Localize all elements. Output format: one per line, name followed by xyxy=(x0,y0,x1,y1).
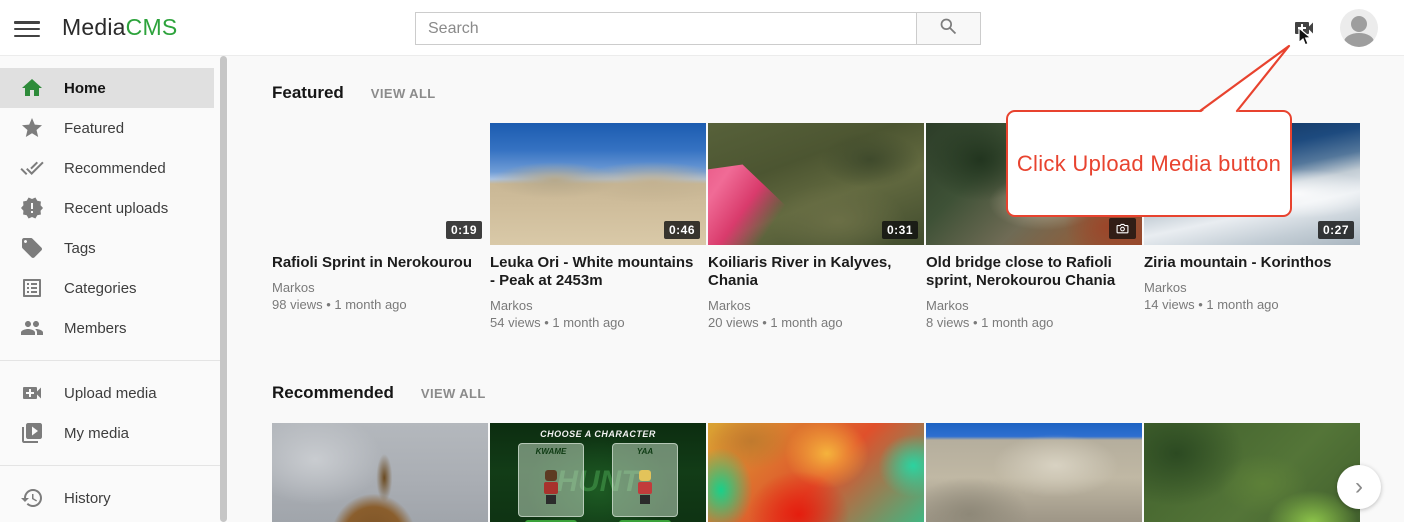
sidebar-item-label: Recent uploads xyxy=(64,200,168,217)
members-icon xyxy=(20,316,44,340)
callout-arrow xyxy=(1180,38,1310,123)
search-input[interactable] xyxy=(416,13,916,44)
sidebar-divider xyxy=(0,360,220,361)
video-thumbnail[interactable] xyxy=(926,423,1142,522)
avatar[interactable] xyxy=(1340,9,1378,47)
carousel-next-button[interactable]: › xyxy=(1337,465,1381,509)
section-title: Recommended xyxy=(272,383,394,403)
video-title[interactable]: Rafioli Sprint in Nerokourou xyxy=(272,254,488,272)
app-logo[interactable]: MediaCMS xyxy=(62,14,177,41)
game-character-figure xyxy=(636,470,654,504)
home-icon xyxy=(20,76,44,100)
video-card xyxy=(272,423,488,522)
game-character-figure xyxy=(542,470,560,504)
video-card: 0:46 Leuka Ori - White mountains - Peak … xyxy=(490,123,706,331)
video-title[interactable]: Ziria mountain - Korinthos xyxy=(1144,254,1360,272)
sidebar-item-featured[interactable]: Featured xyxy=(0,108,214,148)
sidebar-item-label: Upload media xyxy=(64,385,157,402)
video-card xyxy=(1144,423,1360,522)
video-thumbnail[interactable]: 0:19 xyxy=(272,123,488,245)
star-icon xyxy=(20,116,44,140)
search-icon xyxy=(938,16,959,42)
game-character-panel: YAA xyxy=(612,443,678,517)
video-thumbnail[interactable]: CHOOSE A CHARACTER HUNT KWAME YAA Select… xyxy=(490,423,706,522)
video-thumbnail[interactable] xyxy=(708,423,924,522)
video-author[interactable]: Markos xyxy=(1144,279,1360,296)
recommended-section-header: Recommended VIEW ALL xyxy=(272,383,486,403)
done-all-icon xyxy=(20,156,44,180)
sidebar-item-categories[interactable]: Categories xyxy=(0,268,214,308)
video-thumbnail[interactable]: 0:46 xyxy=(490,123,706,245)
sidebar-item-label: Featured xyxy=(64,120,124,137)
video-author[interactable]: Markos xyxy=(490,297,706,314)
categories-icon xyxy=(20,276,44,300)
sidebar-item-label: My media xyxy=(64,425,129,442)
tag-icon xyxy=(20,236,44,260)
callout-tooltip: Click Upload Media button xyxy=(1006,110,1292,217)
duration-badge: 0:46 xyxy=(664,221,700,239)
duration-badge: 0:31 xyxy=(882,221,918,239)
video-card xyxy=(708,423,924,522)
sidebar-item-tags[interactable]: Tags xyxy=(0,228,214,268)
upload-media-icon xyxy=(20,381,44,405)
video-author[interactable]: Markos xyxy=(926,297,1142,314)
sidebar-item-label: Tags xyxy=(64,240,96,257)
sidebar: Home Featured Recommended Recent uploads… xyxy=(0,56,228,522)
history-icon xyxy=(20,486,44,510)
sidebar-item-my-media[interactable]: My media xyxy=(0,413,214,453)
duration-badge: 0:27 xyxy=(1318,221,1354,239)
video-card: 0:31 Koiliaris River in Kalyves, Chania … xyxy=(708,123,924,331)
search-bar xyxy=(415,12,981,45)
recommended-view-all-link[interactable]: VIEW ALL xyxy=(421,386,486,401)
game-character-name: KWAME xyxy=(519,447,583,456)
sidebar-item-recommended[interactable]: Recommended xyxy=(0,148,214,188)
chevron-right-icon: › xyxy=(1355,475,1363,499)
sidebar-scrollbar[interactable] xyxy=(220,56,227,522)
sidebar-item-label: Recommended xyxy=(64,160,166,177)
video-author[interactable]: Markos xyxy=(708,297,924,314)
sidebar-item-upload-media[interactable]: Upload media xyxy=(0,373,214,413)
sidebar-item-label: Home xyxy=(64,80,106,97)
video-title[interactable]: Koiliaris River in Kalyves, Chania xyxy=(708,254,924,290)
game-character-name: YAA xyxy=(613,447,677,456)
section-title: Featured xyxy=(272,83,344,103)
video-author[interactable]: Markos xyxy=(272,279,488,296)
recommended-row: CHOOSE A CHARACTER HUNT KWAME YAA Select… xyxy=(272,423,1362,522)
video-meta: 54 views • 1 month ago xyxy=(490,314,706,331)
video-thumbnail[interactable]: 0:31 xyxy=(708,123,924,245)
video-meta: 8 views • 1 month ago xyxy=(926,314,1142,331)
sidebar-item-recent-uploads[interactable]: Recent uploads xyxy=(0,188,214,228)
sidebar-item-label: Members xyxy=(64,320,127,337)
game-heading-text: CHOOSE A CHARACTER xyxy=(490,429,706,439)
video-thumbnail[interactable] xyxy=(272,423,488,522)
duration-badge: 0:19 xyxy=(446,221,482,239)
video-card: CHOOSE A CHARACTER HUNT KWAME YAA Select… xyxy=(490,423,706,522)
sidebar-item-label: History xyxy=(64,490,111,507)
video-card: 0:19 Rafioli Sprint in Nerokourou Markos… xyxy=(272,123,488,331)
sidebar-item-home[interactable]: Home xyxy=(0,68,214,108)
video-title[interactable]: Old bridge close to Rafioli sprint, Nero… xyxy=(926,254,1142,290)
video-thumbnail[interactable] xyxy=(1144,423,1360,522)
cursor-icon xyxy=(1298,27,1314,52)
sidebar-item-members[interactable]: Members xyxy=(0,308,214,348)
sidebar-item-history[interactable]: History xyxy=(0,478,214,518)
video-meta: 14 views • 1 month ago xyxy=(1144,296,1360,313)
camera-badge-icon xyxy=(1109,218,1136,239)
featured-section-header: Featured VIEW ALL xyxy=(272,83,436,103)
video-title[interactable]: Leuka Ori - White mountains - Peak at 24… xyxy=(490,254,706,290)
search-button[interactable] xyxy=(916,13,980,44)
logo-part-2: CMS xyxy=(126,14,178,40)
sidebar-item-label: Categories xyxy=(64,280,137,297)
featured-view-all-link[interactable]: VIEW ALL xyxy=(371,86,436,101)
video-meta: 98 views • 1 month ago xyxy=(272,296,488,313)
sidebar-divider xyxy=(0,465,220,466)
video-meta: 20 views • 1 month ago xyxy=(708,314,924,331)
video-library-icon xyxy=(20,421,44,445)
new-releases-icon xyxy=(20,196,44,220)
logo-part-1: Media xyxy=(62,14,126,40)
callout-text: Click Upload Media button xyxy=(1017,151,1281,177)
video-card xyxy=(926,423,1142,522)
game-character-panel: KWAME xyxy=(518,443,584,517)
hamburger-menu-icon[interactable] xyxy=(14,17,40,39)
